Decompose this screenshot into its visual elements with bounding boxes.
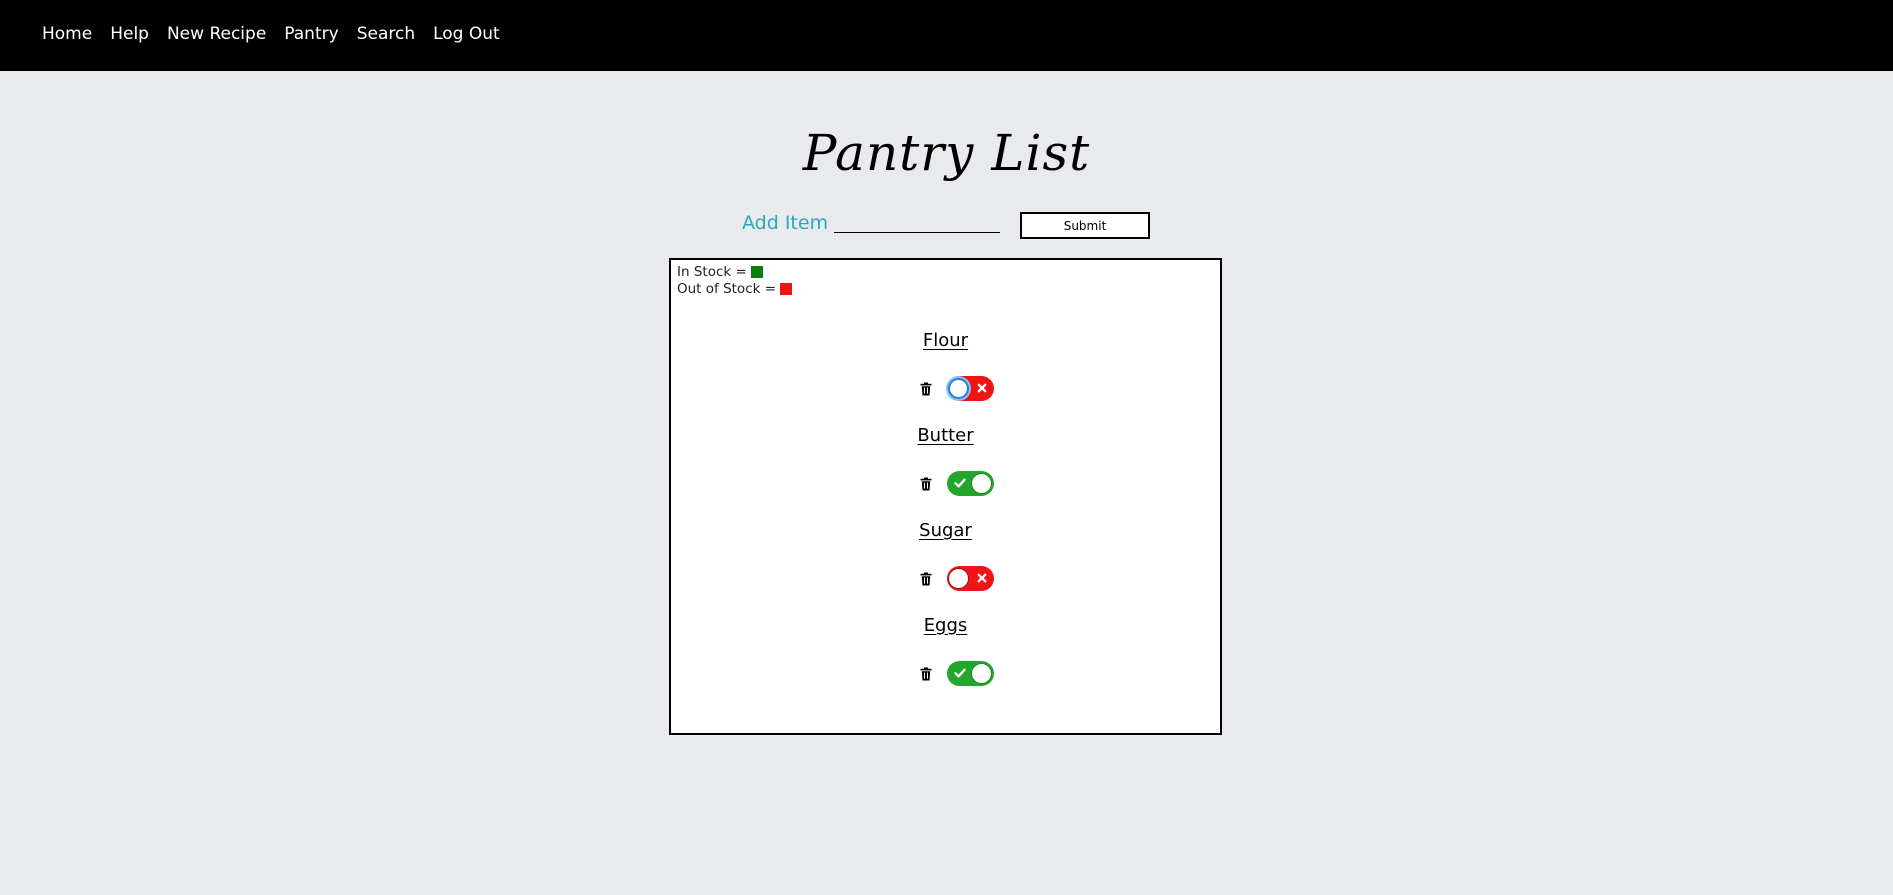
x-icon <box>977 573 987 583</box>
item-name: Flour <box>922 330 969 351</box>
page-title: Pantry List <box>802 124 1091 182</box>
legend-out-of-stock: Out of Stock = <box>677 281 793 298</box>
in-stock-swatch <box>750 265 763 278</box>
add-item-input[interactable] <box>834 211 1000 233</box>
navbar: Home Help New Recipe Pantry Search Log O… <box>0 0 1893 71</box>
trash-icon[interactable] <box>919 572 933 586</box>
item-name: Sugar <box>919 520 972 541</box>
nav-link-pantry[interactable]: Pantry <box>284 24 338 44</box>
check-icon <box>954 478 966 488</box>
nav-link-help[interactable]: Help <box>110 24 149 44</box>
pantry-item-flour: Flour <box>671 330 1220 401</box>
stock-toggle[interactable] <box>947 566 994 591</box>
stock-toggle[interactable] <box>947 471 994 496</box>
item-controls <box>671 661 1220 687</box>
toggle-knob <box>948 568 969 589</box>
check-icon <box>954 668 966 678</box>
item-name: Eggs <box>923 615 968 636</box>
item-controls <box>671 471 1220 497</box>
toggle-knob <box>948 378 969 399</box>
item-name: Butter <box>917 425 974 446</box>
legend-out-of-stock-label: Out of Stock = <box>677 281 777 297</box>
legend-in-stock: In Stock = <box>677 264 792 281</box>
pantry-item-eggs: Eggs <box>671 615 1220 686</box>
nav-link-home[interactable]: Home <box>42 24 92 44</box>
out-of-stock-swatch <box>780 282 793 295</box>
item-controls <box>671 566 1220 592</box>
pantry-item-butter: Butter <box>671 425 1220 496</box>
add-item-label: Add Item <box>742 212 829 234</box>
legend-in-stock-label: In Stock = <box>677 264 747 280</box>
stock-legend: In Stock = Out of Stock = <box>677 264 793 298</box>
item-controls <box>671 376 1220 402</box>
nav-links: Home Help New Recipe Pantry Search Log O… <box>42 0 500 67</box>
toggle-knob <box>971 663 992 684</box>
x-icon <box>977 383 987 393</box>
trash-icon[interactable] <box>919 382 933 396</box>
nav-link-new-recipe[interactable]: New Recipe <box>167 24 266 44</box>
submit-button[interactable]: Submit <box>1020 212 1150 239</box>
nav-link-search[interactable]: Search <box>357 24 415 44</box>
pantry-list-panel: In Stock = Out of Stock = Flour Butter S… <box>669 258 1222 735</box>
trash-icon[interactable] <box>919 667 933 681</box>
trash-icon[interactable] <box>919 477 933 491</box>
stock-toggle[interactable] <box>947 376 994 401</box>
nav-link-log-out[interactable]: Log Out <box>433 24 500 44</box>
toggle-knob <box>971 473 992 494</box>
pantry-item-sugar: Sugar <box>671 520 1220 591</box>
stock-toggle[interactable] <box>947 661 994 686</box>
